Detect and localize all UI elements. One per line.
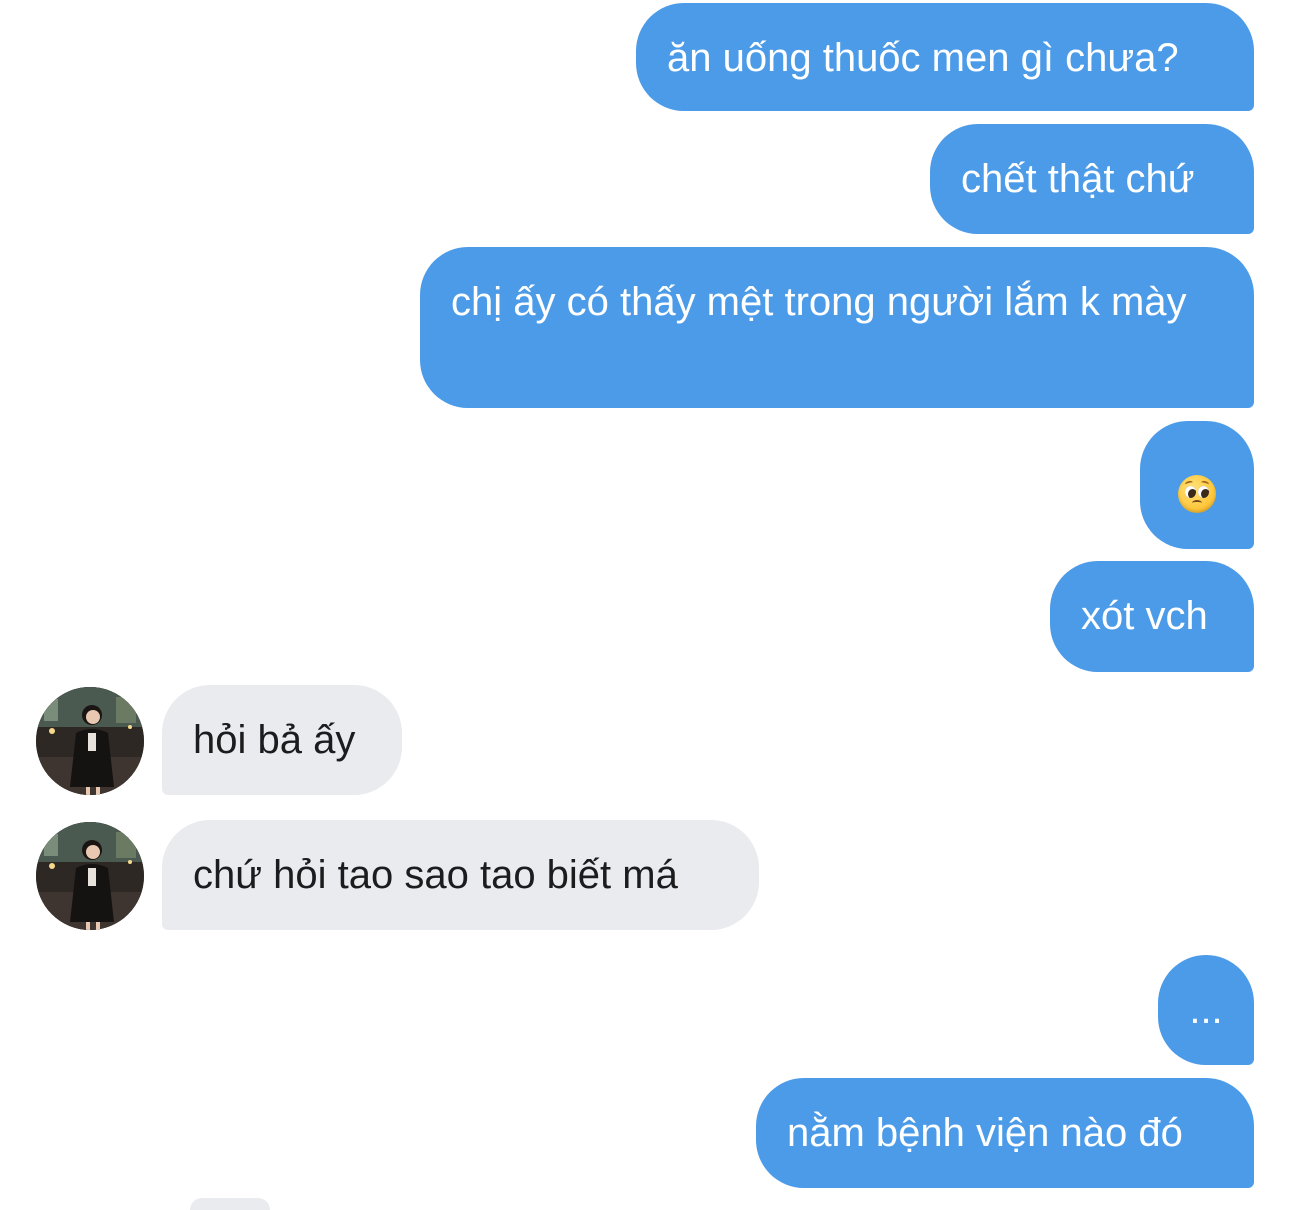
- message-text: chứ hỏi tao sao tao biết má: [193, 853, 678, 897]
- message-text: chết thật chứ: [961, 157, 1195, 201]
- message-text: hỏi bả ấy: [193, 718, 356, 762]
- message-text: xót vch: [1081, 594, 1208, 638]
- message-bubble-sent[interactable]: nằm bệnh viện nào đó: [756, 1078, 1254, 1188]
- message-bubble-received[interactable]: hỏi bả ấy: [162, 685, 402, 795]
- message-bubble-sent[interactable]: chị ấy có thấy mệt trong người lắm k mày: [420, 247, 1254, 408]
- next-message-bubble-edge: [190, 1198, 270, 1210]
- message-bubble-received[interactable]: chứ hỏi tao sao tao biết má: [162, 820, 759, 930]
- message-bubble-sent[interactable]: [1140, 421, 1254, 549]
- message-bubble-sent[interactable]: ...: [1158, 955, 1254, 1065]
- contact-avatar[interactable]: [36, 822, 144, 930]
- message-text: chị ấy có thấy mệt trong người lắm k mày: [451, 280, 1187, 324]
- message-text: ăn uống thuốc men gì chưa?: [667, 36, 1179, 80]
- message-text: nằm bệnh viện nào đó: [787, 1111, 1183, 1155]
- message-bubble-sent[interactable]: chết thật chứ: [930, 124, 1254, 234]
- message-bubble-sent[interactable]: xót vch: [1050, 561, 1254, 672]
- contact-avatar[interactable]: [36, 687, 144, 795]
- pleading-face-emoji-icon: [1178, 475, 1216, 514]
- message-text: ...: [1189, 988, 1223, 1032]
- message-bubble-sent[interactable]: ăn uống thuốc men gì chưa?: [636, 3, 1254, 111]
